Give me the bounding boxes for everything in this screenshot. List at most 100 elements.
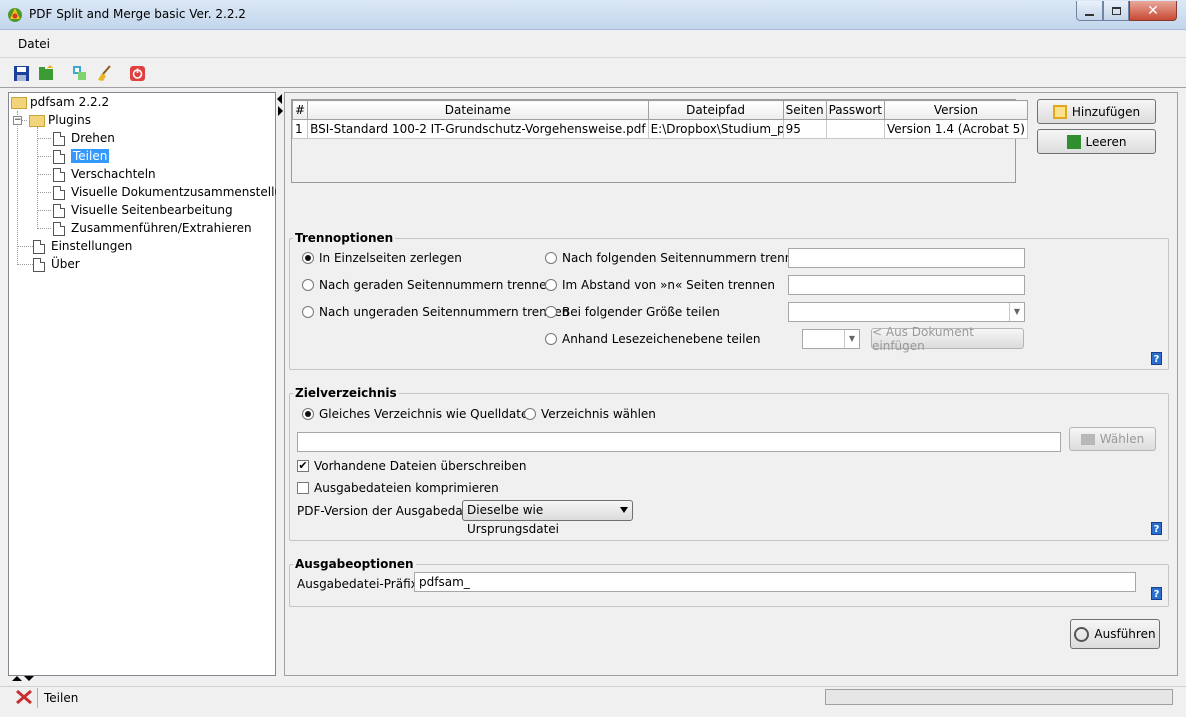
- radio-every-n[interactable]: Im Abstand von »n« Seiten trennen: [545, 278, 775, 292]
- clear-button[interactable]: Leeren: [1037, 129, 1156, 154]
- radio-label: Gleiches Verzeichnis wie Quelldatei: [319, 407, 532, 421]
- collapse-left-icon[interactable]: [277, 94, 282, 104]
- radio-same-dir[interactable]: Gleiches Verzeichnis wie Quelldatei: [302, 407, 532, 421]
- tree-item-verschachteln[interactable]: Verschachteln: [53, 165, 156, 183]
- insert-from-document-button[interactable]: < Aus Dokument einfügen: [871, 325, 1024, 353]
- add-file-icon: [1052, 104, 1067, 119]
- prefix-input[interactable]: pdfsam_: [414, 572, 1136, 592]
- col-header-index[interactable]: #: [291, 100, 309, 120]
- radio-odd-pages[interactable]: Nach ungeraden Seitennummern trennen: [302, 305, 569, 319]
- chevron-down-icon: [620, 507, 628, 513]
- status-text: Teilen: [44, 691, 79, 705]
- expand-right-icon[interactable]: [278, 106, 283, 116]
- checkbox-label: Vorhandene Dateien überschreiben: [314, 459, 527, 473]
- destination-path-input[interactable]: [297, 432, 1061, 452]
- tree-item-visuelle-seitenbearbeitung[interactable]: Visuelle Seitenbearbeitung: [53, 201, 233, 219]
- choose-button[interactable]: Wählen: [1069, 427, 1156, 451]
- help-icon[interactable]: ?: [1151, 587, 1162, 600]
- radio-label: In Einzelseiten zerlegen: [319, 251, 462, 265]
- tree-item-ueber[interactable]: Über: [33, 255, 80, 273]
- tree-item-einstellungen[interactable]: Einstellungen: [33, 237, 132, 255]
- chevron-down-icon: ▼: [1009, 303, 1024, 321]
- col-header-password[interactable]: Passwort: [825, 100, 885, 120]
- cell-pages: 95: [782, 119, 827, 139]
- radio-icon: [545, 333, 557, 345]
- panel-splitter[interactable]: [276, 92, 284, 676]
- tree-icon[interactable]: [71, 65, 88, 82]
- tree-plugins[interactable]: Plugins: [29, 111, 91, 129]
- destination-title: Zielverzeichnis: [293, 386, 399, 400]
- power-icon[interactable]: [129, 65, 146, 82]
- cell-filename: BSI-Standard 100-2 IT-Grundschutz-Vorgeh…: [307, 119, 649, 139]
- maximize-icon: [1111, 6, 1121, 15]
- compress-checkbox[interactable]: Ausgabedateien komprimieren: [297, 481, 499, 495]
- col-header-filename[interactable]: Dateiname: [307, 100, 649, 120]
- every-n-input[interactable]: [788, 275, 1025, 295]
- tree-item-label: Über: [51, 257, 80, 271]
- clear-button-label: Leeren: [1085, 134, 1127, 149]
- tree-plugins-label: Plugins: [48, 113, 91, 127]
- run-button-label: Ausführen: [1094, 627, 1156, 641]
- help-icon[interactable]: ?: [1151, 352, 1162, 365]
- scroll-arrows[interactable]: [12, 676, 36, 684]
- radio-label: Verzeichnis wählen: [541, 407, 656, 421]
- size-select[interactable]: ▼: [788, 302, 1025, 322]
- col-header-path[interactable]: Dateipfad: [647, 100, 784, 120]
- radio-by-size[interactable]: Bei folgender Größe teilen: [545, 305, 720, 319]
- radio-icon: [545, 306, 557, 318]
- arrow-down-icon[interactable]: [24, 676, 34, 681]
- tree-item-zusammenfuehren[interactable]: Zusammenführen/Extrahieren: [53, 219, 252, 237]
- minimize-button[interactable]: [1076, 1, 1103, 21]
- radio-icon: [302, 279, 314, 291]
- cell-index: 1: [291, 119, 309, 139]
- radio-label: Im Abstand von »n« Seiten trennen: [562, 278, 775, 292]
- page-icon: [53, 185, 65, 200]
- open-icon[interactable]: [38, 65, 55, 82]
- close-button[interactable]: ✕: [1129, 1, 1177, 21]
- run-button[interactable]: Ausführen: [1070, 619, 1160, 649]
- radio-label: Nach folgenden Seitennummern trennen: [562, 251, 808, 265]
- radio-single-pages[interactable]: In Einzelseiten zerlegen: [302, 251, 462, 265]
- add-button[interactable]: Hinzufügen: [1037, 99, 1156, 124]
- overwrite-checkbox[interactable]: ✔ Vorhandene Dateien überschreiben: [297, 459, 527, 473]
- choose-button-label: Wählen: [1099, 432, 1145, 446]
- arrow-up-icon[interactable]: [12, 676, 22, 681]
- radio-after-pages[interactable]: Nach folgenden Seitennummern trennen: [545, 251, 807, 265]
- tree-item-label: Visuelle Seitenbearbeitung: [71, 203, 233, 217]
- pdf-version-select[interactable]: Dieselbe wie Ursprungsdatei: [462, 500, 633, 536]
- checkbox-icon: [297, 482, 309, 494]
- checkbox-label: Ausgabedateien komprimieren: [314, 481, 499, 495]
- tree-item-label: Zusammenführen/Extrahieren: [71, 221, 252, 235]
- table-row[interactable]: 1 BSI-Standard 100-2 IT-Grundschutz-Vorg…: [291, 119, 1028, 139]
- tree-root[interactable]: pdfsam 2.2.2: [11, 93, 109, 111]
- maximize-button[interactable]: [1103, 1, 1129, 21]
- save-icon[interactable]: [13, 65, 30, 82]
- folder-open-icon: [29, 114, 45, 127]
- radio-by-bookmark[interactable]: Anhand Lesezeichenebene teilen: [545, 332, 760, 346]
- clean-icon[interactable]: [96, 65, 113, 82]
- page-icon: [53, 203, 65, 218]
- cell-path: E:\Dropbox\Studium_p...: [647, 119, 784, 139]
- help-icon[interactable]: ?: [1151, 522, 1162, 535]
- bookmark-level-select[interactable]: ▼: [802, 329, 860, 349]
- col-header-version[interactable]: Version: [883, 100, 1028, 120]
- menu-datei[interactable]: Datei: [18, 37, 50, 51]
- page-icon: [53, 131, 65, 146]
- col-header-pages[interactable]: Seiten: [782, 100, 827, 120]
- tree-item-teilen[interactable]: Teilen: [53, 147, 110, 165]
- pdf-version-label: PDF-Version der Ausgabedatei:: [297, 504, 483, 518]
- tree-item-drehen[interactable]: Drehen: [53, 129, 115, 147]
- radio-even-pages[interactable]: Nach geraden Seitennummern trennen: [302, 278, 554, 292]
- collapse-icon[interactable]: −: [13, 116, 22, 125]
- radio-choose-dir[interactable]: Verzeichnis wählen: [524, 407, 656, 421]
- tree-item-label: Drehen: [71, 131, 115, 145]
- after-pages-input[interactable]: [788, 248, 1025, 268]
- radio-icon: [302, 306, 314, 318]
- folder-open-icon: [11, 96, 27, 109]
- radio-label: Nach ungeraden Seitennummern trennen: [319, 305, 570, 319]
- tree-item-visuelle-dokumentzusammenstellung[interactable]: Visuelle Dokumentzusammenstellung: [53, 183, 297, 201]
- minimize-icon: [1085, 13, 1094, 16]
- page-icon: [33, 239, 45, 254]
- file-table[interactable]: # Dateiname Dateipfad Seiten Passwort Ve…: [291, 100, 1028, 139]
- output-options-title: Ausgabeoptionen: [293, 557, 416, 571]
